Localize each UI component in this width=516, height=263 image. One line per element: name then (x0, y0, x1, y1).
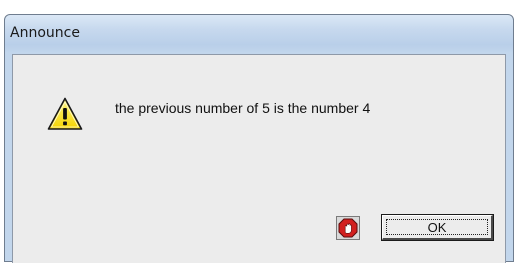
warning-icon (47, 97, 83, 130)
stop-hand-icon (336, 216, 360, 240)
announce-dialog-window: Announce the previous number of 5 is the… (4, 14, 514, 263)
window-title: Announce (10, 25, 80, 41)
title-bar[interactable]: Announce (5, 15, 513, 53)
stop-button[interactable] (336, 216, 360, 240)
ok-button[interactable]: OK (382, 215, 493, 240)
ok-button-label: OK (386, 219, 488, 235)
dialog-message: the previous number of 5 is the number 4 (115, 100, 371, 116)
dialog-client-area: the previous number of 5 is the number 4… (12, 54, 506, 263)
